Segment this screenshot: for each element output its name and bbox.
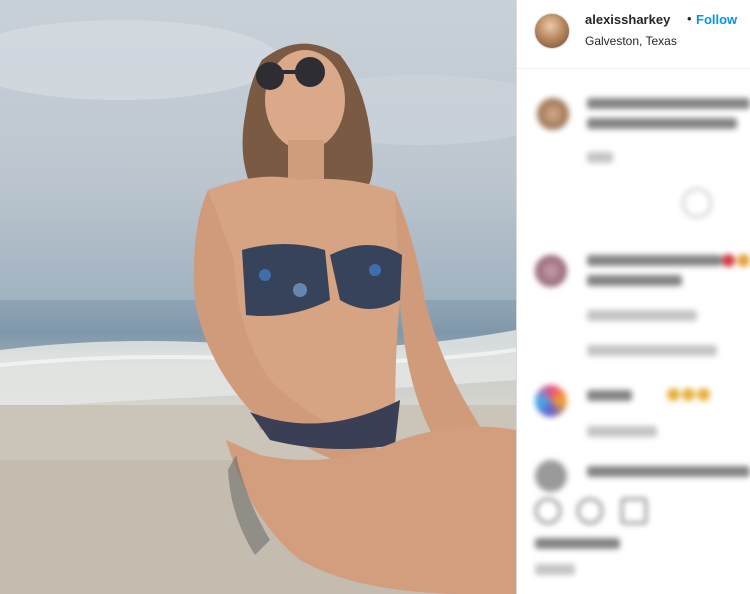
comment-text-blur — [587, 118, 737, 129]
emoji-icon — [722, 254, 735, 267]
avatar[interactable] — [534, 13, 570, 49]
emoji-icon — [682, 388, 695, 401]
comment-icon[interactable] — [577, 498, 603, 524]
beach-photo-illustration — [0, 20, 516, 594]
view-replies-blur[interactable] — [587, 345, 717, 356]
comments-section — [517, 70, 750, 594]
emoji-icon — [737, 254, 750, 267]
follow-button[interactable]: Follow — [696, 12, 737, 27]
comment-avatar[interactable] — [535, 460, 567, 492]
comment-meta-blur — [587, 152, 613, 163]
comment-text-blur — [587, 255, 722, 266]
comment-text-blur — [587, 390, 632, 401]
share-icon[interactable] — [621, 498, 647, 524]
username-link[interactable]: alexissharkey — [585, 12, 670, 27]
likes-count-blur[interactable] — [535, 538, 620, 549]
heart-icon[interactable] — [535, 498, 561, 524]
comment-meta-blur — [587, 310, 697, 321]
separator-dot: • — [687, 11, 692, 26]
comment-text-blur — [587, 466, 750, 477]
post-date-blur — [535, 564, 575, 575]
location-link[interactable]: Galveston, Texas — [585, 34, 677, 48]
more-comments-icon[interactable] — [682, 188, 712, 218]
comment-text-blur — [587, 275, 682, 286]
post-side-panel: alexissharkey • Follow Galveston, Texas — [517, 0, 750, 594]
comment-avatar[interactable] — [535, 385, 567, 417]
emoji-icon — [697, 388, 710, 401]
post-header: alexissharkey • Follow Galveston, Texas — [517, 0, 750, 69]
post-photo[interactable] — [0, 0, 516, 594]
comment-meta-blur — [587, 426, 657, 437]
comment-avatar[interactable] — [535, 255, 567, 287]
comment-avatar[interactable] — [537, 98, 569, 130]
emoji-icon — [667, 388, 680, 401]
comment-text-blur — [587, 98, 750, 109]
